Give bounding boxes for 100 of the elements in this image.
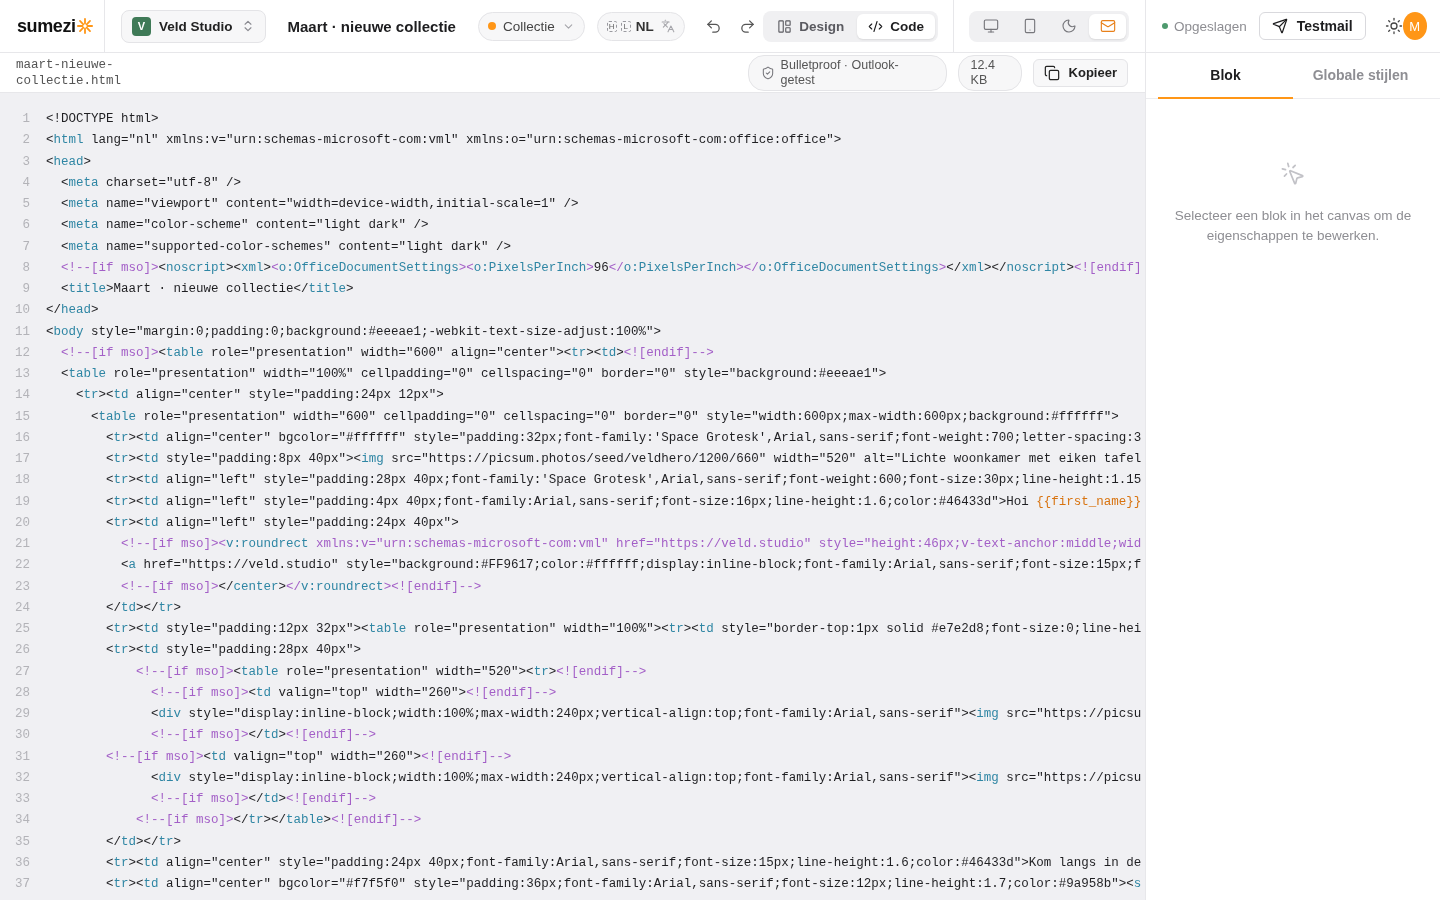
line-number: 34	[14, 812, 30, 830]
code-line: <tr><td style="padding:12px 32px"><table role="presentation" width="100%"><tr><td style="border-top:1px solid #e7e2d8;font-size:0;line-hei	[106, 621, 1142, 638]
code-line: <html lang="nl" xmlns:v="urn:schemas-microsoft-com:vml" xmlns:o="urn:schemas-microsoft-com:office:office">	[46, 132, 842, 150]
line-number: 25	[14, 621, 30, 638]
mail-icon	[1099, 18, 1116, 34]
workspace-avatar: V	[132, 16, 151, 36]
code-line: <tr><td align="center" style="padding:24px 12px">	[76, 387, 444, 405]
code-line: <tr><td align="left" style="padding:4px 40px;font-family:Arial,sans-serif;font-size:16px;line-height:1.6;color:#46433d">Hoi {{first_name}}	[106, 493, 1142, 511]
redo-icon	[738, 17, 756, 35]
line-number: 21	[14, 536, 30, 553]
code-line: <tr><td align="center" bgcolor="#f7f5f0" style="padding:36px;font-family:Arial,sans-serif;font-size:12px;line-height:1.7;color:#9a958b"><s	[106, 876, 1142, 893]
save-status: Opgeslagen	[1174, 18, 1247, 34]
moon-icon	[1060, 18, 1077, 34]
code-icon	[868, 18, 884, 34]
inspector-tab[interactable]: Blok	[1158, 53, 1293, 99]
line-number: 20	[14, 514, 30, 532]
line-number: 29	[14, 706, 30, 723]
code-line: <a href="https://veld.studio" style="background:#FF9617;color:#ffffff;display:inline-block;font-family:Arial,sans-serif;font-size:15px;f	[121, 557, 1142, 575]
testmail-button[interactable]: Testmail	[1258, 12, 1366, 40]
empty-state-message: Selecteer een blok in het canvas om de eigenschappen te bewerken.	[1173, 207, 1413, 245]
code-line: </head>	[46, 302, 99, 320]
line-number: 9	[21, 281, 30, 298]
line-number: 3	[21, 153, 30, 171]
line-number: 27	[14, 663, 30, 681]
code-line: <!--[if mso]><table role="presentation" width="600" align="center"><tr><td><![endif]-->	[61, 344, 714, 362]
line-number: 37	[14, 876, 30, 893]
code-line: <!--[if mso]><td valign="top" width="260"><![endif]-->	[151, 684, 557, 702]
logo-text: sumezi	[17, 15, 76, 37]
shield-check-icon	[760, 65, 775, 80]
line-number: 17	[14, 451, 30, 468]
code-line: <!--[if mso]></td><![endif]-->	[151, 791, 377, 808]
code-line: <title>Maart · nieuwe collectie</title>	[61, 281, 354, 298]
line-number: 16	[14, 429, 30, 447]
code-line: <meta name="viewport" content="width=device-width,initial-scale=1" />	[61, 196, 579, 213]
code-line: <head>	[46, 153, 92, 171]
line-number: 22	[14, 557, 30, 575]
collection-dropdown[interactable]: Collectie	[477, 11, 585, 41]
line-number: 32	[14, 769, 30, 787]
key-hint: H	[606, 20, 617, 32]
line-number: 14	[14, 387, 30, 405]
layout-icon	[777, 18, 793, 34]
code-line: <table role="presentation" width="100%" cellpadding="0" cellspacing="0" border="0" style="background:#eeeae1">	[61, 366, 887, 383]
line-number: 28	[14, 684, 30, 702]
code-line: <!--[if mso]><td valign="top" width="260"><![endif]-->	[106, 748, 512, 766]
line-number: 5	[21, 196, 30, 213]
line-number: 24	[14, 599, 30, 617]
key-hint: L	[620, 20, 631, 32]
language-label: NL	[635, 18, 654, 34]
line-number: 35	[14, 833, 30, 851]
line-number: 7	[21, 238, 30, 256]
asterisk-icon	[76, 18, 93, 34]
line-number: 13	[14, 366, 30, 383]
code-line: <!--[if mso]></td><![endif]-->	[151, 727, 377, 745]
line-number: 8	[21, 259, 30, 277]
line-number: 12	[14, 344, 30, 362]
theme-toggle-button[interactable]	[1384, 17, 1403, 35]
line-number: 26	[14, 642, 30, 660]
status-dot-icon	[1162, 23, 1168, 29]
view-mode-tab[interactable]: Code	[857, 13, 935, 39]
line-number: 1	[21, 111, 30, 128]
language-button[interactable]: H L NL	[596, 11, 685, 41]
line-number: 30	[14, 727, 30, 745]
code-line: <div style="display:inline-block;width:100%;max-width:240px;vertical-align:top;font-family:Arial,sans-serif"><img src="https://picsu	[151, 706, 1142, 723]
workspace-switcher[interactable]: V Veld Studio	[121, 9, 266, 43]
undo-button[interactable]	[704, 17, 722, 35]
compat-label: Bulletproof · Outlook-getest	[780, 57, 900, 88]
code-line: <!DOCTYPE html>	[46, 111, 159, 128]
file-size-label: 12.4 KB	[970, 57, 996, 88]
copy-icon	[1043, 64, 1060, 81]
sun-icon	[1384, 17, 1403, 35]
preview-mode-button[interactable]	[1089, 13, 1126, 39]
copy-button[interactable]: Kopieer	[1032, 58, 1128, 87]
redo-button[interactable]	[738, 17, 756, 35]
code-line: <meta name="color-scheme" content="light dark" />	[61, 217, 429, 235]
code-line: <!--[if mso]><noscript><xml><o:OfficeDocumentSettings><o:PixelsPerInch>96</o:PixelsPerInch></o:OfficeDocumentSettings></xml></noscript><![endif]	[61, 259, 1142, 277]
cursor-click-icon	[1280, 161, 1306, 187]
translate-icon	[660, 19, 675, 33]
code-line: </td></tr>	[106, 833, 182, 851]
code-line: <tr><td align="center" style="padding:24px 40px;font-family:Arial,sans-serif;font-size:15px;line-height:1.6;color:#46433d">Kom langs in de	[106, 854, 1142, 872]
line-number: 2	[21, 132, 30, 150]
line-number: 11	[14, 323, 30, 341]
dot-icon	[487, 22, 496, 30]
code-line: <tr><td align="left" style="padding:24px 40px">	[106, 514, 459, 532]
code-line: <tr><td align="center" bgcolor="#ffffff" style="padding:32px;font-family:'Space Grotesk',Arial,sans-serif;font-weight:700;letter-spacing:3	[106, 429, 1142, 447]
code-line: <table role="presentation" width="600" cellpadding="0" cellspacing="0" border="0" style="width:600px;max-width:600px;background:#ffffff">	[91, 408, 1119, 426]
line-number: 33	[14, 791, 30, 808]
code-line: <!--[if mso]><v:roundrect xmlns:v="urn:schemas-microsoft-com:vml" href="https://veld.studio" style="height:46px;v-text-anchor:middle;wid	[121, 536, 1142, 553]
monitor-icon	[982, 18, 999, 34]
code-line: <!--[if mso]></center></v:roundrect><![endif]-->	[121, 578, 482, 596]
line-number: 31	[14, 748, 30, 766]
code-line: <tr><td align="left" style="padding:28px 40px;font-family:'Space Grotesk',Arial,sans-serif;font-weight:600;font-size:30px;line-height:1.15	[106, 472, 1142, 490]
code-line: <tr><td style="padding:8px 40px"><img src="https://picsum.photos/seed/veldhero/1200/660" width="520" alt="Lichte woonkamer met eiken tafel	[106, 451, 1142, 468]
code-line: </td></tr>	[106, 599, 182, 617]
line-number: 23	[14, 578, 30, 596]
code-line: <body style="margin:0;padding:0;background:#eeeae1;-webkit-text-size-adjust:100%">	[46, 323, 662, 341]
view-mode-tab[interactable]: Design	[766, 13, 856, 39]
line-number: 15	[14, 408, 30, 426]
code-line: <!--[if mso]><table role="presentation" width="520"><tr><![endif]-->	[136, 663, 647, 681]
line-number: 6	[21, 217, 30, 235]
file-name: maart-nieuwe-collectie.html	[16, 56, 123, 89]
